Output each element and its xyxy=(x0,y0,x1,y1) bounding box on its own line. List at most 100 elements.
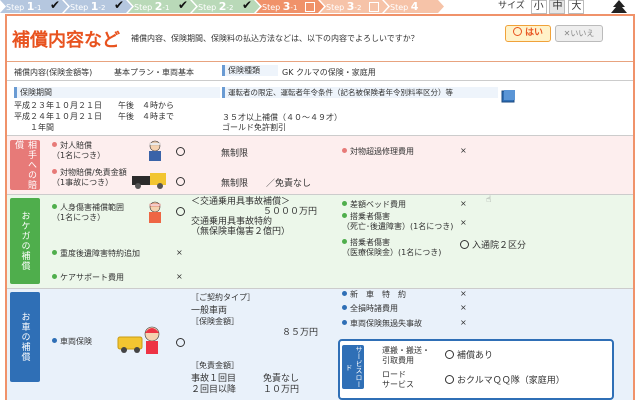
circle-mark xyxy=(176,147,185,156)
font-size-switcher: サイズ 小 中 大 xyxy=(498,0,585,14)
step-label: Step xyxy=(262,3,281,12)
plan-value: 基本プラン・車両基本 xyxy=(114,68,194,77)
yes-button[interactable]: はい xyxy=(505,25,551,42)
bed-cost-text: 差額ベッド費用 xyxy=(350,200,406,209)
driver-condition-label: 運転者の限定、運転者年令条件（記名被保険者年令別料率区分）等 xyxy=(222,87,498,98)
passenger-medical-label: 搭乗者傷害 （医療保険金）(1名につき) xyxy=(342,238,441,258)
step-label: Step xyxy=(198,3,217,12)
step-label: Step xyxy=(70,3,89,12)
insurance-type-value: GK クルマの保険・家庭用 xyxy=(282,68,376,77)
size-small-button[interactable]: 小 xyxy=(530,0,547,14)
checkbox-icon xyxy=(369,2,379,12)
step-7: Step 4 xyxy=(384,0,444,13)
passenger-medical-value: 入通院２区分 xyxy=(472,241,527,251)
property-excess-value: × xyxy=(460,146,467,155)
bullet-icon xyxy=(342,213,347,218)
passenger-death-value: × xyxy=(460,218,467,227)
contract-type-value: 一般車両 xyxy=(191,306,228,316)
size-label: サイズ xyxy=(498,1,525,11)
yes-label: はい xyxy=(524,28,543,38)
page-title: 補償内容など xyxy=(12,30,120,51)
bullet-icon xyxy=(52,169,57,174)
personal-injury-text: 人身傷害補償範囲 （1名につき） xyxy=(52,203,124,222)
circle-mark xyxy=(445,350,454,359)
road-service-tab: サービスロード xyxy=(342,345,364,389)
car-crash-icon xyxy=(130,170,170,194)
check-icon: ✔ xyxy=(241,0,252,12)
bed-cost-value: × xyxy=(460,199,467,208)
insured-amount-value: ８５万円 xyxy=(282,328,319,338)
property-damage-text: 対物賠償/免責金額 （1事故につき） xyxy=(52,168,127,187)
step-3: Step 2-1 ✔ xyxy=(128,0,196,13)
step-label: Step xyxy=(326,3,345,12)
contract-type-label: ［ご契約タイプ］ xyxy=(191,293,255,302)
step-2: Step 1-2 ✔ xyxy=(64,0,132,13)
passenger-medical-text: 搭乗者傷害 （医療保険金）(1名につき) xyxy=(342,238,442,257)
bodily-injury-label: 対人賠償 （1名につき） xyxy=(52,141,105,161)
divider xyxy=(7,61,633,62)
care-support-label: ケアサポート費用 xyxy=(52,272,124,283)
step-number: 4 xyxy=(410,0,419,13)
step-label: Step xyxy=(6,3,25,12)
gold-license: ゴールド免許割引 xyxy=(222,123,286,132)
size-large-button[interactable]: 大 xyxy=(568,0,585,14)
vehicle-insurance-label: 車両保険 xyxy=(52,336,92,347)
care-support-value: × xyxy=(176,272,183,281)
step-sub: -1 xyxy=(290,4,298,12)
step-1: Step 1-1 ✔ xyxy=(0,0,68,13)
personal-injury-label: 人身傷害補償範囲 （1名につき） xyxy=(52,203,124,223)
transport-cost-label: 運搬・搬送・ 引取費用 xyxy=(382,346,430,365)
bullet-icon xyxy=(342,239,347,244)
no-button[interactable]: ✕いいえ xyxy=(555,25,603,42)
size-medium-button[interactable]: 中 xyxy=(549,0,566,14)
check-icon: ✔ xyxy=(49,0,60,12)
step-label: Step xyxy=(390,3,409,12)
bullet-icon xyxy=(52,204,57,209)
road-service-value: おクルマＱＱ隊（家庭用） xyxy=(457,376,565,386)
bed-cost-label: 差額ベッド費用 xyxy=(342,199,406,210)
bullet-icon xyxy=(342,148,347,153)
car-tab: お車の補償 xyxy=(10,292,40,382)
bullet-icon xyxy=(342,201,347,206)
period-line-2: 平成２４年１０月２１日 午後 ４時まで xyxy=(14,112,174,121)
total-loss-value: × xyxy=(460,303,467,312)
care-support-text: ケアサポート費用 xyxy=(60,273,124,282)
bullet-icon xyxy=(52,250,57,255)
new-car-label: 新 車 特 約 xyxy=(342,289,406,300)
check-icon: ✔ xyxy=(113,0,124,12)
insurance-type-label: 保険種類 xyxy=(222,65,278,76)
circle-mark xyxy=(176,207,185,216)
step-sub: -2 xyxy=(354,4,362,12)
plan-label: 補償内容(保険金額等) xyxy=(14,68,93,77)
car-owner-icon xyxy=(116,325,164,359)
circle-icon xyxy=(512,27,522,36)
total-loss-label: 全損時諸費用 xyxy=(342,303,398,314)
hand-cursor-icon: ☝ xyxy=(486,195,492,205)
severe-disability-value: × xyxy=(176,248,183,257)
step-sub: -2 xyxy=(226,4,234,12)
step-sub: -1 xyxy=(34,4,42,12)
deductible-second: ２回目以降 １０万円 xyxy=(191,385,300,395)
insured-amount-label: ［保険金額］ xyxy=(191,317,239,326)
book-icon[interactable] xyxy=(501,88,517,107)
step-6: Step 3-2 xyxy=(320,0,388,13)
property-excess-label: 対物超過修理費用 xyxy=(342,146,414,157)
no-label: いいえ xyxy=(570,29,595,38)
circle-mark xyxy=(460,240,469,249)
circle-mark xyxy=(176,338,185,347)
step-sub: -2 xyxy=(98,4,106,12)
property-damage-label: 対物賠償/免責金額 （1事故につき） xyxy=(52,168,127,188)
no-fault-text: 車両保険無過失事故 xyxy=(350,319,422,328)
bullet-icon xyxy=(342,305,347,310)
check-icon: ✔ xyxy=(177,0,188,12)
confirm-question: 補償内容、保険期間、保険料の払込方法などは、以下の内容でよろしいですか？ xyxy=(131,34,419,43)
property-excess-text: 対物超過修理費用 xyxy=(350,147,414,156)
opponent-tab: 相手への賠償 xyxy=(10,140,40,190)
period-label: 保険期間 xyxy=(14,87,220,98)
bodily-injury-text: 対人賠償 （1名につき） xyxy=(52,141,106,160)
no-fault-value: × xyxy=(460,318,467,327)
new-car-text: 新 車 特 約 xyxy=(350,290,406,299)
total-loss-text: 全損時諸費用 xyxy=(350,304,398,313)
bullet-icon xyxy=(52,338,57,343)
step-label: Step xyxy=(134,3,153,12)
